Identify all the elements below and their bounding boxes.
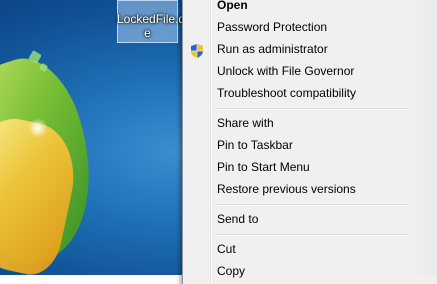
menu-item-label: Troubleshoot compatibility <box>217 86 356 100</box>
menu-item-label: Open <box>217 0 248 12</box>
file-name-line1: LockedFile.d <box>117 12 186 26</box>
menu-item-label: Unlock with File Governor <box>217 64 355 78</box>
file-name-line2: e <box>144 26 151 40</box>
menu-item-label: Cut <box>217 242 236 256</box>
menu-item-share-with[interactable]: Share with <box>183 112 415 134</box>
menu-item-copy[interactable]: Copy <box>183 260 411 282</box>
menu-item-pin-to-taskbar[interactable]: Pin to Taskbar <box>183 134 411 156</box>
menu-item-label: Password Protection <box>217 20 328 34</box>
menu-item-label: Share with <box>217 116 274 130</box>
menu-item-label: Pin to Start Menu <box>217 160 310 174</box>
menu-item-unlock-file-governor[interactable]: Unlock with File Governor <box>183 60 411 82</box>
window-background-edge <box>410 0 437 275</box>
menu-item-password-protection[interactable]: Password Protection <box>183 16 411 38</box>
menu-item-label: Run as administrator <box>217 42 328 56</box>
menu-item-pin-to-start-menu[interactable]: Pin to Start Menu <box>183 156 411 178</box>
menu-item-send-to[interactable]: Send to <box>183 208 415 230</box>
file-icon-label[interactable]: LockedFile.d e <box>117 12 185 40</box>
menu-item-cut[interactable]: Cut <box>183 238 411 260</box>
menu-item-troubleshoot-compatibility[interactable]: Troubleshoot compatibility <box>183 82 411 104</box>
uac-shield-icon <box>191 44 203 58</box>
context-menu: Open Password Protection Run as administ… <box>182 0 437 284</box>
menu-item-open[interactable]: Open <box>183 0 411 16</box>
menu-item-label: Pin to Taskbar <box>217 138 293 152</box>
menu-item-label: Restore previous versions <box>217 182 356 196</box>
menu-item-label: Copy <box>217 264 246 278</box>
menu-separator <box>214 108 409 110</box>
menu-separator <box>214 234 409 236</box>
menu-separator <box>214 204 409 206</box>
menu-item-label: Send to <box>217 212 259 226</box>
menu-item-run-as-administrator[interactable]: Run as administrator <box>183 38 411 60</box>
wallpaper-glow <box>28 118 48 138</box>
menu-item-restore-previous-versions[interactable]: Restore previous versions <box>183 178 411 200</box>
